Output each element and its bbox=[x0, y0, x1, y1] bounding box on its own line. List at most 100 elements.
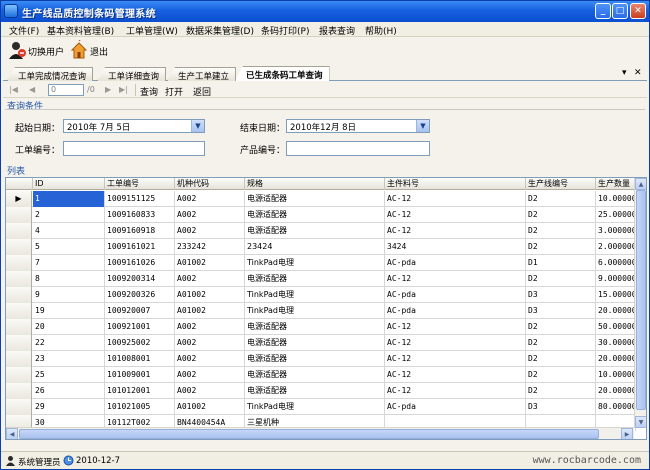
menu-data-collection[interactable]: 数据采集管理(D) bbox=[186, 24, 254, 37]
scroll-left-icon[interactable]: ◀ bbox=[6, 428, 18, 439]
row-header[interactable] bbox=[6, 351, 32, 367]
row-header[interactable] bbox=[6, 367, 32, 383]
table-cell[interactable]: 26 bbox=[33, 383, 105, 399]
table-cell[interactable]: 1 bbox=[33, 191, 105, 207]
table-cell[interactable]: 1009160833 bbox=[105, 207, 175, 223]
table-cell[interactable]: 25.000000 bbox=[596, 207, 636, 223]
table-cell[interactable]: 电源适配器 bbox=[245, 383, 385, 399]
table-cell[interactable]: 23424 bbox=[245, 239, 385, 255]
column-header[interactable]: 工单编号 bbox=[105, 178, 175, 190]
table-cell[interactable]: 10.000000 bbox=[596, 367, 636, 383]
table-cell[interactable]: A01002 bbox=[175, 399, 245, 415]
table-cell[interactable]: 15.000000 bbox=[596, 287, 636, 303]
table-cell[interactable]: AC-12 bbox=[385, 223, 526, 239]
table-cell[interactable]: 3424 bbox=[385, 239, 526, 255]
tab-order-completion[interactable]: 工单完成情况查询 bbox=[7, 67, 94, 81]
table-cell[interactable]: A002 bbox=[175, 191, 245, 207]
table-cell[interactable]: A01002 bbox=[175, 255, 245, 271]
table-cell[interactable]: AC-12 bbox=[385, 383, 526, 399]
table-cell[interactable]: 20 bbox=[33, 319, 105, 335]
menu-basic-data[interactable]: 基本资料管理(B) bbox=[47, 24, 114, 37]
table-cell[interactable]: AC-pda bbox=[385, 303, 526, 319]
row-header[interactable] bbox=[6, 319, 32, 335]
row-header[interactable] bbox=[6, 399, 32, 415]
table-cell[interactable]: A002 bbox=[175, 271, 245, 287]
table-cell[interactable]: D2 bbox=[526, 383, 596, 399]
table-row[interactable]: 9 1009200326 A01002 TinkPad电理 AC-pda D3 15.000… bbox=[6, 287, 636, 303]
table-cell[interactable]: 1009161021 bbox=[105, 239, 175, 255]
table-cell[interactable]: AC-12 bbox=[385, 191, 526, 207]
table-cell[interactable]: 2.0000000 bbox=[596, 239, 636, 255]
table-row[interactable]: 81009200314A002电源适配器AC-12D29.0000000 bbox=[6, 271, 636, 287]
row-header[interactable] bbox=[6, 271, 32, 287]
table-cell[interactable]: 1009151125 bbox=[105, 191, 175, 207]
table-cell[interactable]: D2 bbox=[526, 223, 596, 239]
table-cell[interactable]: 19 bbox=[33, 303, 105, 319]
table-row[interactable]: 7 1009161026 A01002 TinkPad电理 AC-pda D1 6.0000… bbox=[6, 255, 636, 271]
table-cell[interactable]: A01002 bbox=[175, 287, 245, 303]
table-cell[interactable]: 101009001 bbox=[105, 367, 175, 383]
table-cell[interactable]: A002 bbox=[175, 207, 245, 223]
table-cell[interactable]: A002 bbox=[175, 383, 245, 399]
scroll-thumb[interactable] bbox=[636, 190, 646, 410]
title-bar[interactable]: 生产线品质控制条码管理系统 _ □ ✕ bbox=[1, 1, 649, 22]
table-cell[interactable]: 电源适配器 bbox=[245, 367, 385, 383]
table-cell[interactable]: 29 bbox=[33, 399, 105, 415]
row-header[interactable] bbox=[6, 303, 32, 319]
table-cell[interactable]: AC-pda bbox=[385, 399, 526, 415]
table-row[interactable]: 23101008001A002电源适配器AC-12D220.000000 bbox=[6, 351, 636, 367]
table-cell[interactable]: 101012001 bbox=[105, 383, 175, 399]
table-cell[interactable]: 100921001 bbox=[105, 319, 175, 335]
table-cell[interactable]: 30.000000 bbox=[596, 335, 636, 351]
table-cell[interactable]: 10.000000 bbox=[596, 191, 636, 207]
chevron-down-icon[interactable]: ▼ bbox=[191, 120, 204, 132]
tab-menu-icon[interactable]: ▾ bbox=[622, 68, 627, 78]
table-cell[interactable]: 8 bbox=[33, 271, 105, 287]
row-header[interactable] bbox=[6, 239, 32, 255]
column-header[interactable]: 规格 bbox=[245, 178, 385, 190]
row-header[interactable] bbox=[6, 383, 32, 399]
vertical-scrollbar[interactable]: ▲ ▼ bbox=[634, 178, 646, 428]
table-cell[interactable]: AC-pda bbox=[385, 287, 526, 303]
table-cell[interactable]: AC-12 bbox=[385, 351, 526, 367]
table-cell[interactable]: 电源适配器 bbox=[245, 207, 385, 223]
table-row[interactable]: 29 101021005 A01002 TinkPad电理 AC-pda D3 80.000… bbox=[6, 399, 636, 415]
table-cell[interactable]: A002 bbox=[175, 367, 245, 383]
tab-order-detail[interactable]: 工单详细查询 bbox=[97, 67, 167, 81]
minimize-button[interactable]: _ bbox=[595, 3, 611, 19]
table-cell[interactable]: AC-pda bbox=[385, 255, 526, 271]
product-no-input[interactable] bbox=[286, 141, 430, 156]
table-row[interactable]: 41009160918A002电源适配器AC-12D23.0000000 bbox=[6, 223, 636, 239]
table-cell[interactable]: 100920007 bbox=[105, 303, 175, 319]
scroll-up-icon[interactable]: ▲ bbox=[635, 178, 646, 190]
table-cell[interactable]: AC-12 bbox=[385, 207, 526, 223]
table-cell[interactable]: 电源适配器 bbox=[245, 351, 385, 367]
menu-reports[interactable]: 报表查询 bbox=[319, 24, 355, 37]
table-cell[interactable]: A002 bbox=[175, 223, 245, 239]
row-header[interactable] bbox=[6, 335, 32, 351]
table-row[interactable]: 19 100920007 A01002 TinkPad电理 AC-pda D3 20.000… bbox=[6, 303, 636, 319]
scroll-right-icon[interactable]: ▶ bbox=[621, 428, 633, 439]
table-cell[interactable]: 23 bbox=[33, 351, 105, 367]
order-no-input[interactable] bbox=[63, 141, 205, 156]
query-button[interactable]: 查询 bbox=[140, 85, 158, 98]
table-cell[interactable]: 电源适配器 bbox=[245, 191, 385, 207]
table-cell[interactable]: 9 bbox=[33, 287, 105, 303]
table-cell[interactable]: A002 bbox=[175, 319, 245, 335]
table-cell[interactable]: 2 bbox=[33, 207, 105, 223]
first-record-icon[interactable]: |◀ bbox=[9, 85, 18, 94]
table-cell[interactable]: 1009161026 bbox=[105, 255, 175, 271]
tab-barcode-order-query[interactable]: 已生成条码工单查询 bbox=[235, 66, 330, 81]
table-cell[interactable]: TinkPad电理 bbox=[245, 255, 385, 271]
table-cell[interactable]: 233242 bbox=[175, 239, 245, 255]
work-order-grid[interactable]: ID 工单编号 机种代码 规格 主件料号 生产线编号 生产数量 ▶ 1 100915… bbox=[5, 177, 647, 440]
table-cell[interactable]: 1009200314 bbox=[105, 271, 175, 287]
table-cell[interactable]: D2 bbox=[526, 367, 596, 383]
table-cell[interactable]: 101008001 bbox=[105, 351, 175, 367]
close-button[interactable]: ✕ bbox=[630, 3, 646, 19]
next-record-icon[interactable]: ▶ bbox=[105, 85, 111, 94]
table-cell[interactable]: 80.000000 bbox=[596, 399, 636, 415]
column-header[interactable]: ID bbox=[33, 178, 105, 190]
table-cell[interactable]: 4 bbox=[33, 223, 105, 239]
table-row[interactable]: 51009161021233242234243424D22.0000000 bbox=[6, 239, 636, 255]
